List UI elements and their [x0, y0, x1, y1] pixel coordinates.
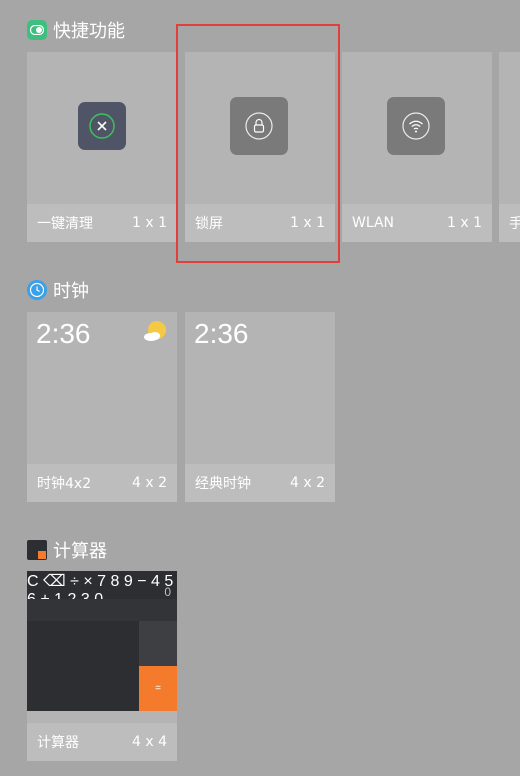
widget-classic-clock[interactable]: 2:36 经典时钟 4 x 2: [185, 312, 335, 502]
tile-size: 1 x 1: [447, 215, 482, 231]
widget-size: 4 x 2: [132, 475, 167, 491]
calc-display: 0: [164, 585, 171, 599]
weather-sun-icon: [142, 320, 168, 349]
toggle-icon: [27, 20, 47, 40]
tile-wlan[interactable]: WLAN 1 x 1: [342, 52, 492, 242]
calc-key: ÷: [70, 573, 79, 590]
widget-label: 经典时钟: [195, 476, 251, 492]
widget-size: 4 x 2: [290, 475, 325, 491]
tile-label: WLAN: [352, 215, 395, 231]
calculator-face: 0 = C ⌫ ÷ × 7 8 9 − 4 5 6 + 1 2 3 0 .: [27, 571, 177, 711]
calc-key: ⌫: [43, 573, 66, 590]
calc-key: 8: [110, 573, 120, 590]
tile-label: 手: [509, 216, 520, 232]
tile-footer: 一键清理 1 x 1: [27, 204, 177, 242]
selection-highlight: [176, 24, 340, 263]
widget-label: 时钟4x2: [37, 476, 92, 492]
cleanup-icon: [78, 102, 126, 150]
calc-key: 9: [123, 573, 133, 590]
calc-key: ×: [83, 573, 93, 590]
calculator-icon: [27, 540, 47, 560]
section-header-clock: 时钟: [27, 277, 89, 303]
section-title: 计算器: [53, 541, 107, 562]
calc-key: −: [137, 573, 147, 590]
widget-label: 计算器: [37, 735, 79, 751]
tile-label: 一键清理: [37, 216, 93, 232]
tile-cleanup[interactable]: 一键清理 1 x 1: [27, 52, 177, 242]
tile-footer: WLAN 1 x 1: [342, 204, 492, 242]
widget-size: 4 x 4: [132, 734, 167, 750]
widget-clock-4x2[interactable]: 2:36 时钟4x2 4 x 2: [27, 312, 177, 502]
section-header-calc: 计算器: [27, 537, 107, 563]
clock-time: 2:36: [194, 318, 249, 349]
widget-footer: 时钟4x2 4 x 2: [27, 464, 177, 502]
widget-calculator[interactable]: 0 = C ⌫ ÷ × 7 8 9 − 4 5 6 + 1 2 3 0 . 计算…: [27, 571, 177, 761]
tile-footer: 手: [499, 204, 520, 242]
section-header-quick: 快捷功能: [27, 17, 125, 43]
widget-footer: 计算器 4 x 4: [27, 723, 177, 761]
tile-size: 1 x 1: [132, 215, 167, 231]
wifi-icon: [387, 97, 445, 155]
calc-key: C: [27, 573, 39, 590]
tile-partial[interactable]: 手: [499, 52, 520, 242]
section-title: 快捷功能: [53, 21, 125, 42]
section-title: 时钟: [53, 281, 89, 302]
widget-footer: 经典时钟 4 x 2: [185, 464, 335, 502]
clock-icon: [27, 280, 47, 300]
calc-key: 4: [151, 573, 160, 590]
clock-time: 2:36: [36, 318, 91, 349]
calc-key: 7: [97, 573, 107, 590]
equals-key: =: [139, 666, 177, 711]
